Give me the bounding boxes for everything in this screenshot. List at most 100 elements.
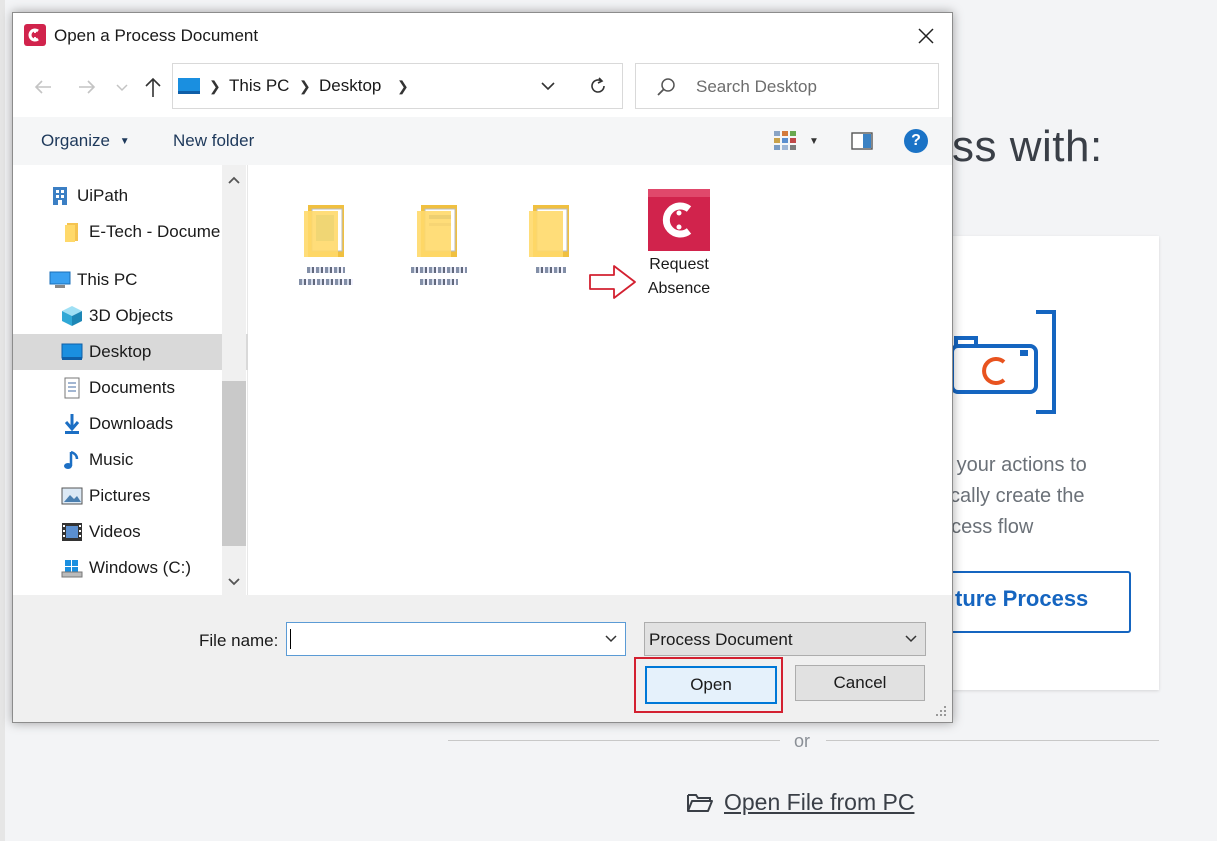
file-item-folder[interactable] xyxy=(394,203,484,285)
card-text-line: e your actions to xyxy=(940,454,1087,476)
building-icon xyxy=(49,185,71,207)
question-mark-icon: ? xyxy=(911,132,921,149)
breadcrumb-desktop[interactable]: Desktop xyxy=(319,76,381,96)
file-type-select[interactable]: Process Document xyxy=(644,622,926,656)
file-item-request-absence[interactable]: Request Absence xyxy=(634,189,724,301)
divider-left xyxy=(448,740,780,741)
search-placeholder: Search Desktop xyxy=(696,77,817,96)
scroll-up-button[interactable] xyxy=(222,171,246,189)
nav-item-this-pc[interactable]: This PC xyxy=(13,262,257,298)
file-label-line: Request xyxy=(649,256,709,273)
new-folder-button[interactable]: New folder xyxy=(173,131,254,151)
organize-label: Organize xyxy=(41,131,110,150)
open-file-from-pc-link[interactable]: Open File from PC xyxy=(686,789,914,816)
divider-right xyxy=(826,740,1159,741)
file-name-input[interactable] xyxy=(286,622,626,656)
address-history-dropdown[interactable] xyxy=(533,72,563,100)
music-icon xyxy=(61,449,83,471)
nav-item-uipath[interactable]: UiPath xyxy=(13,178,257,214)
card-text-line: ocess flow xyxy=(940,516,1034,538)
back-arrow-icon[interactable] xyxy=(31,75,55,99)
forward-arrow-icon[interactable] xyxy=(75,75,99,99)
chevron-down-icon xyxy=(905,635,917,643)
uipath-logo-icon xyxy=(24,24,46,46)
file-name-label: File name: xyxy=(199,631,279,650)
scrollbar-thumb[interactable] xyxy=(222,381,246,546)
folder-open-icon xyxy=(687,793,713,812)
open-file-from-pc-label: Open File from PC xyxy=(724,789,915,815)
nav-item-label: Desktop xyxy=(89,342,152,361)
nav-item-label: UiPath xyxy=(77,186,129,205)
refresh-button[interactable] xyxy=(573,63,623,109)
file-type-value: Process Document xyxy=(649,630,793,649)
nav-item-label: Downloads xyxy=(89,414,174,433)
divider-or-text: or xyxy=(794,731,811,751)
video-icon xyxy=(61,521,83,543)
obscured-file-label xyxy=(411,267,467,285)
picture-icon xyxy=(61,485,83,507)
navigation-scrollbar[interactable] xyxy=(222,165,246,595)
file-label-line: Absence xyxy=(647,280,711,297)
chevron-up-icon xyxy=(228,176,240,184)
background-heading: ss with: xyxy=(952,122,1103,171)
folder-icon xyxy=(529,205,569,257)
open-process-document-dialog: Open a Process Document ❯ This PC ❯ Desk… xyxy=(12,12,953,723)
chevron-down-icon xyxy=(605,635,617,643)
nav-item-label: This PC xyxy=(77,270,138,289)
pc-monitor-icon xyxy=(178,78,200,94)
up-arrow-icon[interactable] xyxy=(141,75,165,99)
cancel-button[interactable]: Cancel xyxy=(795,665,925,701)
change-view-button[interactable]: ▼ xyxy=(773,130,819,152)
file-name-dropdown[interactable] xyxy=(597,623,625,655)
obscured-file-label xyxy=(299,267,353,285)
caret-down-icon: ▼ xyxy=(119,136,130,147)
breadcrumb-separator-icon[interactable]: ❯ xyxy=(397,78,409,95)
obscured-file-label xyxy=(536,267,566,273)
text-caret xyxy=(290,629,291,649)
file-item-folder[interactable] xyxy=(281,203,371,285)
navigation-pane: UiPath E-Tech - Docume This PC 3D Object… xyxy=(13,165,269,595)
file-label: Request Absence xyxy=(648,253,710,301)
cube-icon xyxy=(61,305,83,327)
folder-icon xyxy=(304,205,344,257)
drive-icon xyxy=(61,557,83,579)
dialog-toolbar: Organize ▼ New folder ▼ ? xyxy=(13,117,952,165)
capture-process-label: ture Process xyxy=(955,586,1089,611)
open-button[interactable]: Open xyxy=(645,666,777,704)
pc-icon xyxy=(49,269,71,291)
card-text-line: tically create the xyxy=(940,485,1085,507)
dialog-titlebar: Open a Process Document xyxy=(13,13,952,59)
close-button[interactable] xyxy=(906,19,946,53)
background-card-text: e your actions to tically create the oce… xyxy=(940,450,1150,543)
dialog-footer: File name: Process Document Open Cancel xyxy=(13,595,952,722)
breadcrumb-separator-icon[interactable]: ❯ xyxy=(299,78,311,95)
breadcrumb-this-pc[interactable]: This PC xyxy=(229,76,289,96)
nav-item-label: Documents xyxy=(89,378,175,397)
address-bar[interactable]: ❯ This PC ❯ Desktop ❯ xyxy=(172,63,574,109)
recent-locations-chevron-icon[interactable] xyxy=(113,75,131,99)
file-list-pane: Request Absence xyxy=(248,165,951,595)
view-grid-icon xyxy=(774,131,796,150)
camera-capture-icon xyxy=(950,310,1056,414)
nav-item-label: Windows (C:) xyxy=(89,558,192,577)
help-button[interactable]: ? xyxy=(904,129,928,153)
organize-menu-button[interactable]: Organize ▼ xyxy=(41,131,130,151)
caret-down-icon: ▼ xyxy=(809,135,819,147)
dialog-title: Open a Process Document xyxy=(54,26,259,45)
file-type-dropdown[interactable] xyxy=(897,623,925,655)
nav-item-label: Pictures xyxy=(89,486,151,505)
uipath-document-icon xyxy=(648,189,710,251)
nav-item-label: Videos xyxy=(89,522,141,541)
chevron-down-icon xyxy=(541,82,555,91)
file-item-folder[interactable] xyxy=(506,203,596,273)
nav-item-label: E-Tech - Docume xyxy=(89,222,221,241)
breadcrumb-separator-icon: ❯ xyxy=(209,78,221,94)
search-box[interactable]: Search Desktop xyxy=(635,63,939,109)
annotation-arrow-icon xyxy=(589,265,636,299)
folder-icon xyxy=(417,205,457,257)
scroll-down-button[interactable] xyxy=(222,573,246,591)
preview-pane-icon[interactable] xyxy=(851,132,873,150)
close-icon xyxy=(918,28,934,44)
resize-grip-icon[interactable] xyxy=(935,705,947,717)
document-icon xyxy=(61,377,83,399)
